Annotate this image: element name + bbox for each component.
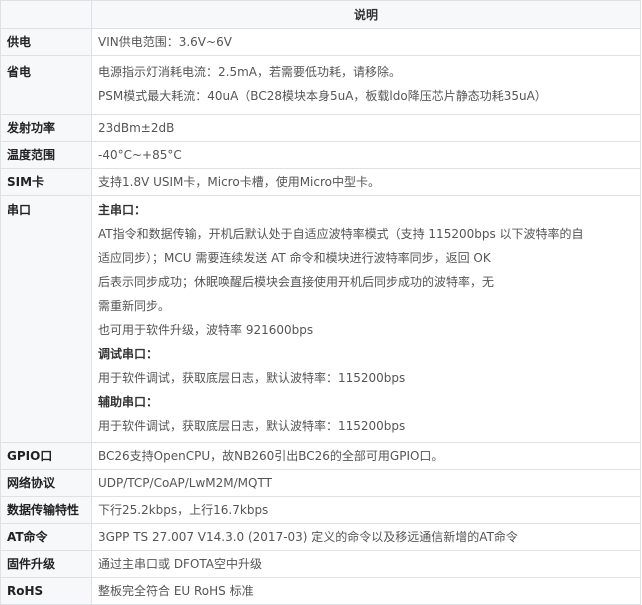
table-row: 固件升级 通过主串口或 DFOTA空中升级	[0, 550, 641, 578]
row-value: BC26支持OpenCPU，故NB260引出BC26的全部可用GPIO口。	[91, 442, 641, 470]
row-value: 通过主串口或 DFOTA空中升级	[91, 550, 641, 578]
table-row: 数据传输特性 下行25.2kbps，上行16.7kbps	[0, 496, 641, 524]
table-row: GPIO口 BC26支持OpenCPU，故NB260引出BC26的全部可用GPI…	[0, 442, 641, 470]
header-description-cell: 说明	[91, 0, 641, 29]
row-value: 电源指示灯消耗电流：2.5mA，若需要低功耗，请移除。 PSM模式最大耗流：40…	[91, 55, 641, 115]
row-key: RoHS	[0, 577, 92, 605]
row-key: GPIO口	[0, 442, 92, 470]
row-key: 温度范围	[0, 141, 92, 169]
row-key: 供电	[0, 28, 92, 56]
row-key: AT命令	[0, 523, 92, 551]
row-value: 3GPP TS 27.007 V14.3.0 (2017-03) 定义的命令以及…	[91, 523, 641, 551]
table-row: RoHS 整板完全符合 EU RoHS 标准	[0, 577, 641, 605]
row-value: 整板完全符合 EU RoHS 标准	[91, 577, 641, 605]
table-row: 供电 VIN供电范围：3.6V~6V	[0, 28, 641, 56]
table-row: 温度范围 -40°C~+85°C	[0, 141, 641, 169]
table-row: SIM卡 支持1.8V USIM卡，Micro卡槽，使用Micro中型卡。	[0, 168, 641, 196]
row-key: 网络协议	[0, 469, 92, 497]
table-row: AT命令 3GPP TS 27.007 V14.3.0 (2017-03) 定义…	[0, 523, 641, 551]
row-value: 主串口： AT指令和数据传输，开机后默认处于自适应波特率模式（支持 115200…	[91, 195, 641, 443]
row-key: 省电	[0, 55, 92, 115]
table-header-row: 说明	[0, 0, 641, 29]
row-key: SIM卡	[0, 168, 92, 196]
row-value: -40°C~+85°C	[91, 141, 641, 169]
header-key-cell	[0, 0, 92, 29]
row-value: VIN供电范围：3.6V~6V	[91, 28, 641, 56]
row-key: 发射功率	[0, 114, 92, 142]
row-key: 数据传输特性	[0, 496, 92, 524]
row-value: UDP/TCP/CoAP/LwM2M/MQTT	[91, 469, 641, 497]
table-row: 省电 电源指示灯消耗电流：2.5mA，若需要低功耗，请移除。 PSM模式最大耗流…	[0, 55, 641, 115]
table-row: 发射功率 23dBm±2dB	[0, 114, 641, 142]
row-key: 串口	[0, 195, 92, 443]
table-row: 网络协议 UDP/TCP/CoAP/LwM2M/MQTT	[0, 469, 641, 497]
table-row: 串口 主串口： AT指令和数据传输，开机后默认处于自适应波特率模式（支持 115…	[0, 195, 641, 443]
row-value: 下行25.2kbps，上行16.7kbps	[91, 496, 641, 524]
row-key: 固件升级	[0, 550, 92, 578]
row-value: 支持1.8V USIM卡，Micro卡槽，使用Micro中型卡。	[91, 168, 641, 196]
spec-table: 说明 供电 VIN供电范围：3.6V~6V 省电 电源指示灯消耗电流：2.5mA…	[0, 0, 641, 605]
row-value: 23dBm±2dB	[91, 114, 641, 142]
